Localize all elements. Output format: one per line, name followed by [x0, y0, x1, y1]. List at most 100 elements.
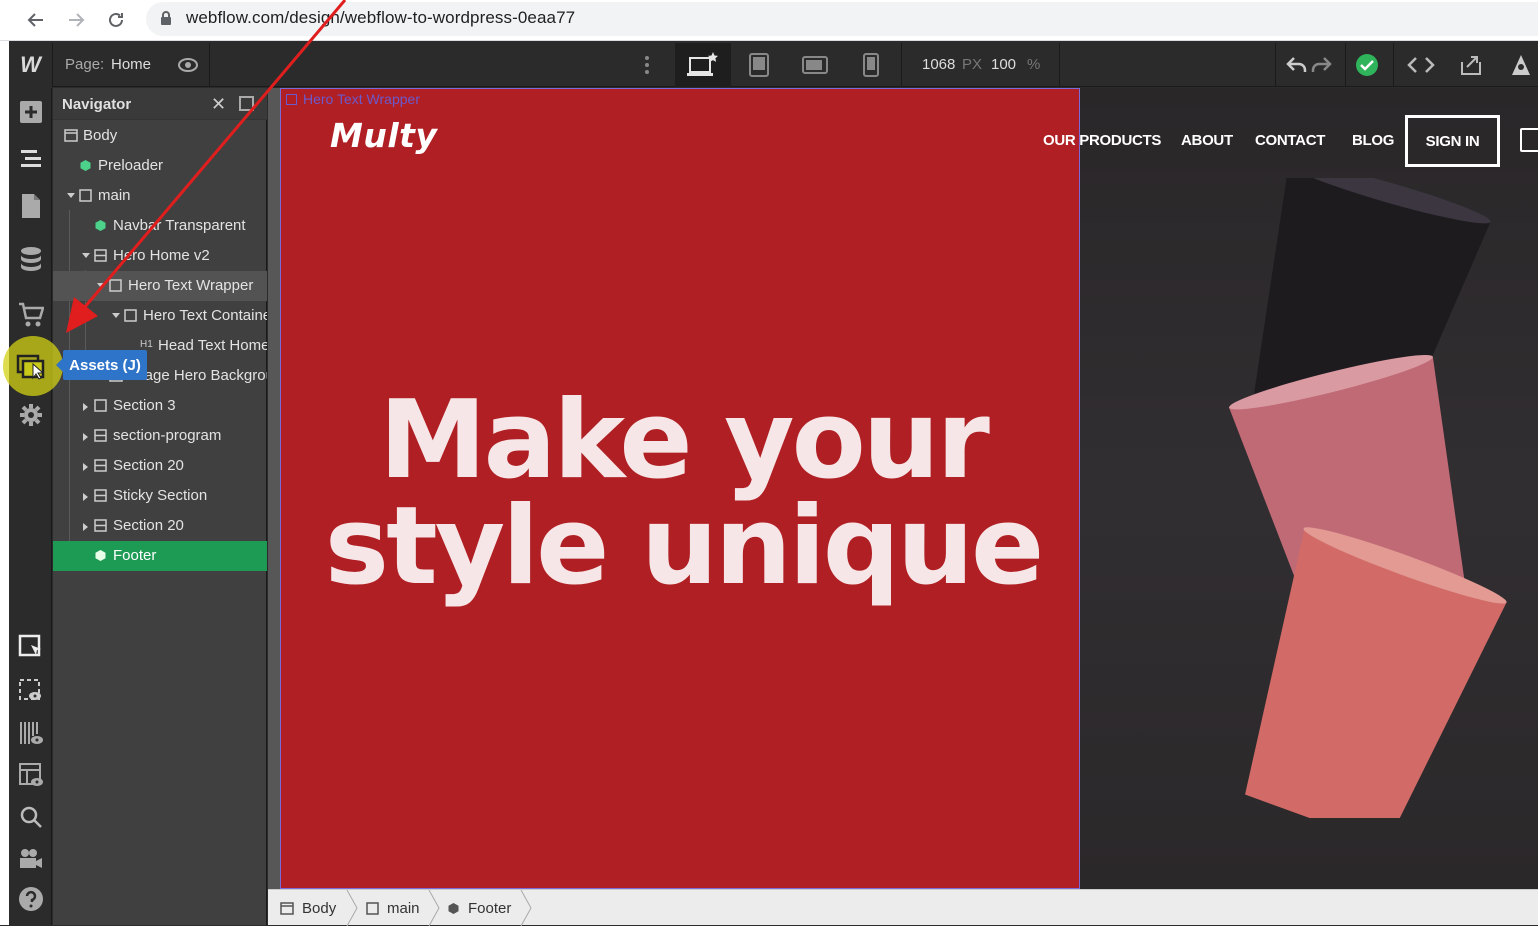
collapse-caret-icon[interactable] — [67, 193, 75, 198]
url-text[interactable]: webflow.com/design/webflow-to-wordpress-… — [186, 8, 575, 28]
collaborator-icon[interactable] — [1509, 53, 1533, 77]
expand-caret-icon[interactable] — [83, 493, 88, 501]
section-icon — [94, 519, 107, 532]
shopping-bag-icon[interactable] — [1520, 128, 1538, 152]
headline-line: style unique — [324, 484, 1044, 609]
tree-item-hero-text-container[interactable]: Hero Text Containe — [53, 301, 267, 331]
webflow-logo[interactable]: W — [9, 43, 53, 87]
video-tutorials-button[interactable] — [17, 845, 45, 873]
toolbar-divider — [901, 43, 902, 87]
tree-item-label: section-program — [113, 427, 222, 444]
canvas-width-value[interactable]: 1068 — [922, 56, 955, 73]
site-nav-about[interactable]: ABOUT — [1181, 132, 1233, 149]
hero-headline[interactable]: Make your style unique — [298, 387, 1068, 609]
portrait-breakpoint-button[interactable] — [843, 43, 899, 87]
sign-in-button[interactable]: SIGN IN — [1405, 115, 1500, 167]
tree-item-section-program[interactable]: section-program — [53, 421, 267, 451]
canvas-zoom-value[interactable]: 100 — [991, 56, 1016, 73]
preview-selection-button[interactable] — [17, 677, 45, 705]
tree-item-label: Body — [83, 127, 118, 144]
undo-icon[interactable] — [1286, 55, 1308, 75]
site-nav-contact[interactable]: CONTACT — [1255, 132, 1325, 149]
preview-eye-icon[interactable] — [177, 55, 199, 75]
tree-item-sticky-section[interactable]: Sticky Section — [53, 481, 267, 511]
tree-item-section-20[interactable]: Section 20 — [53, 451, 267, 481]
expand-caret-icon[interactable] — [83, 523, 88, 531]
assets-icon[interactable] — [16, 352, 46, 382]
tree-item-main[interactable]: main — [53, 181, 267, 211]
breadcrumb-chevron-icon — [346, 890, 358, 926]
design-canvas[interactable]: Hero Text Wrapper Multy OUR PRODUCTS ABO… — [268, 88, 1538, 889]
breadcrumb-label: Footer — [468, 899, 512, 917]
help-button[interactable] — [17, 885, 45, 913]
page-label: Page: — [65, 56, 105, 73]
div-icon — [366, 901, 379, 915]
barcode-eye-icon — [20, 722, 43, 744]
site-nav-products[interactable]: OUR PRODUCTS — [1043, 132, 1161, 149]
landscape-breakpoint-button[interactable] — [787, 43, 843, 87]
site-nav-blog[interactable]: BLOG — [1352, 132, 1394, 149]
collapse-caret-icon[interactable] — [97, 283, 105, 288]
expand-caret-icon[interactable] — [83, 463, 88, 471]
tablet-icon — [749, 53, 769, 77]
collapse-caret-icon[interactable] — [82, 253, 90, 258]
code-export-icon[interactable] — [1407, 55, 1435, 75]
mobile-landscape-icon — [802, 56, 828, 74]
tree-item-footer[interactable]: Footer — [53, 541, 267, 571]
dock-panel-icon[interactable] — [239, 96, 254, 111]
expand-caret-icon[interactable] — [83, 403, 88, 411]
layout-eye-icon — [19, 763, 43, 786]
settings-button[interactable] — [17, 401, 45, 429]
forward-button[interactable] — [64, 8, 88, 32]
publish-status-check-icon[interactable] — [1355, 53, 1379, 77]
hero-image-background — [1080, 88, 1538, 889]
layout-preview-button[interactable] — [17, 761, 45, 789]
add-elements-button[interactable] — [17, 98, 45, 126]
tree-item-body[interactable]: Body — [53, 121, 267, 151]
tablet-breakpoint-button[interactable] — [731, 43, 787, 87]
tree-item-navbar[interactable]: Navbar Transparent — [53, 211, 267, 241]
forward-arrow-icon — [69, 13, 85, 27]
site-logo[interactable]: Multy — [330, 116, 437, 155]
desktop-breakpoint-button[interactable] — [675, 43, 731, 87]
div-icon — [286, 93, 297, 105]
search-button[interactable] — [17, 803, 45, 831]
back-button[interactable] — [24, 8, 48, 32]
tree-item-section-20[interactable]: Section 20 — [53, 511, 267, 541]
close-icon[interactable]: ✕ — [211, 94, 226, 115]
collapse-caret-icon[interactable] — [112, 313, 120, 318]
canvas-width-unit: PX — [962, 56, 983, 73]
breadcrumb-body[interactable]: Body — [280, 890, 336, 926]
back-arrow-icon — [27, 13, 43, 27]
tree-item-label: Footer — [113, 547, 157, 564]
tree-item-hero-home[interactable]: Hero Home v2 — [53, 241, 267, 271]
breadcrumb-footer[interactable]: Footer — [447, 890, 511, 926]
pages-button[interactable] — [17, 192, 45, 220]
more-options-icon[interactable] — [643, 55, 651, 75]
navigator-button[interactable] — [17, 145, 45, 173]
symbol-icon — [448, 902, 459, 914]
page-selector[interactable]: Home — [111, 56, 151, 73]
section-icon — [94, 459, 107, 472]
breadcrumb-main[interactable]: main — [366, 890, 420, 926]
expand-caret-icon[interactable] — [83, 433, 88, 441]
section-icon — [94, 429, 107, 442]
tree-item-label: main — [98, 187, 131, 204]
tree-item-preloader[interactable]: Preloader — [53, 151, 267, 181]
tree-item-label: Sticky Section — [113, 487, 208, 504]
tree-item-section-3[interactable]: Section 3 — [53, 391, 267, 421]
body-icon — [280, 901, 294, 915]
desktop-star-icon — [687, 52, 718, 76]
reload-button[interactable] — [104, 8, 128, 32]
select-mode-button[interactable] — [17, 633, 45, 661]
ecommerce-button[interactable] — [17, 301, 45, 329]
toolbar-divider — [1345, 43, 1346, 87]
xray-button[interactable] — [17, 719, 45, 747]
redo-icon[interactable] — [1310, 55, 1332, 75]
tree-item-hero-text-wrapper[interactable]: Hero Text Wrapper — [53, 271, 267, 301]
cms-button[interactable] — [17, 246, 45, 274]
share-icon[interactable] — [1459, 54, 1483, 76]
symbol-icon — [80, 160, 91, 171]
toolbar-divider — [1059, 43, 1060, 87]
assets-tooltip: Assets (J) — [56, 350, 147, 380]
